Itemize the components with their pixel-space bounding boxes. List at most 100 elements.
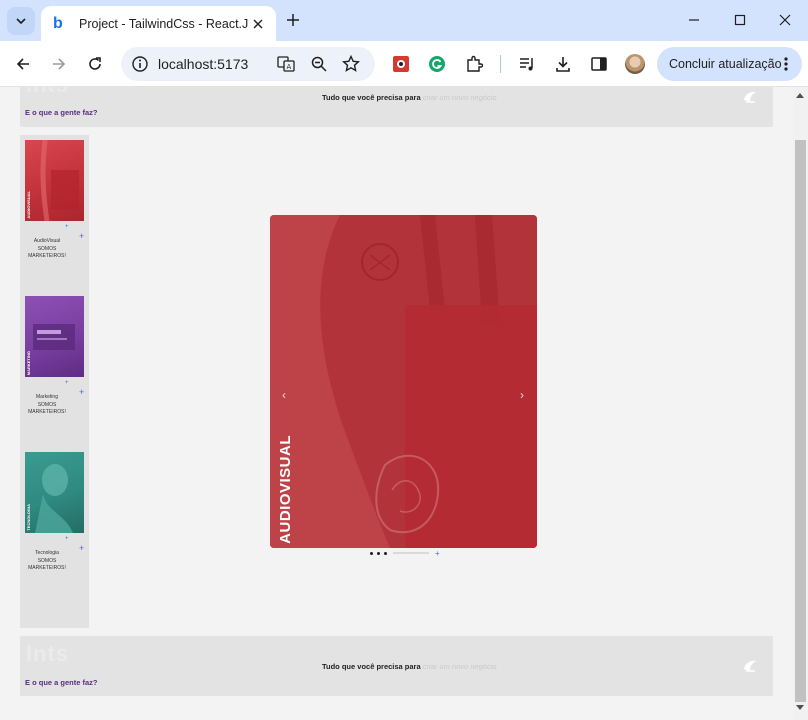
- scroll-up-arrow-icon[interactable]: [796, 93, 804, 98]
- svg-text:A: A: [287, 63, 292, 71]
- plus-icon: [287, 14, 299, 26]
- card-plus-icon[interactable]: +: [79, 543, 84, 553]
- url-text: localhost:5173: [158, 56, 249, 72]
- pagination-dot[interactable]: [384, 551, 387, 555]
- card-illustration: [35, 464, 73, 533]
- card-add-icon[interactable]: +: [65, 224, 69, 230]
- tab-strip: b Project - TailwindCss - React.JS: [0, 0, 808, 41]
- maximize-icon: [734, 14, 746, 26]
- site-footer: lnts Tudo que você precisa para criar um…: [20, 636, 773, 696]
- card-caption: Marketing SOMOS MARKETEIROS!: [25, 394, 69, 417]
- carousel-prev-button[interactable]: ‹: [282, 388, 286, 402]
- header-tagline: Tudo que você precisa para criar um novo…: [322, 93, 497, 102]
- card-illustration: [40, 140, 79, 221]
- pagination-track: [393, 552, 429, 554]
- slide-illustration: [270, 215, 537, 548]
- card-caption: Tecnologia SOMOS MARKETEIROS!: [25, 550, 69, 573]
- footer-logo: lnts: [26, 641, 70, 666]
- card-category: Tecnologia: [35, 550, 59, 556]
- card-image: TECNOLOGIA: [25, 452, 84, 533]
- card-image: MARKETING: [25, 296, 84, 377]
- new-tab-button[interactable]: [282, 9, 304, 31]
- profile-avatar[interactable]: [625, 54, 645, 74]
- back-icon: [16, 58, 29, 70]
- maximize-button[interactable]: [717, 0, 763, 40]
- site-header: lnts Tudo que você precisa para criar um…: [20, 87, 773, 127]
- extension-red-icon: [393, 56, 409, 72]
- update-button-label: Concluir atualização: [669, 57, 782, 71]
- card-category: AudioVisual: [33, 238, 61, 244]
- card-vertical-label: MARKETING: [26, 350, 31, 375]
- download-button[interactable]: [551, 52, 575, 76]
- minimize-button[interactable]: [671, 0, 717, 40]
- side-panel-button[interactable]: [587, 52, 611, 76]
- card-plus-icon[interactable]: +: [79, 231, 84, 241]
- extension-red-button[interactable]: [389, 52, 413, 76]
- card-illustration: [33, 324, 75, 350]
- category-card-marketing[interactable]: MARKETING + + Marketing SOMOS MARKETEIRO…: [25, 296, 84, 415]
- address-bar[interactable]: localhost:5173 A: [121, 47, 375, 81]
- scroll-thumb[interactable]: [795, 140, 806, 702]
- favicon-icon: b: [53, 14, 63, 32]
- carousel-pagination: +: [370, 549, 440, 558]
- header-nav-link[interactable]: E o que a gente faz?: [25, 108, 98, 117]
- card-add-icon[interactable]: +: [65, 380, 69, 386]
- brand-mark-icon: [744, 660, 756, 672]
- reload-icon: [89, 57, 101, 70]
- card-caption: AudioVisual SOMOS MARKETEIROS!: [25, 238, 69, 261]
- browser-toolbar: localhost:5173 A Concluir atualização: [0, 41, 808, 87]
- grammarly-icon: [429, 56, 445, 72]
- extensions-button[interactable]: [462, 52, 486, 76]
- reload-button[interactable]: [83, 52, 107, 76]
- carousel-next-button[interactable]: ›: [520, 388, 524, 402]
- card-subtitle: SOMOS MARKETEIROS!: [28, 557, 66, 572]
- tagline-bold: Tudo que você precisa para: [322, 93, 421, 102]
- close-window-button[interactable]: [762, 0, 808, 40]
- card-add-icon[interactable]: +: [65, 536, 69, 542]
- forward-button[interactable]: [47, 52, 71, 76]
- chevron-down-icon: [16, 18, 26, 25]
- scroll-down-arrow-icon[interactable]: [796, 705, 804, 710]
- close-icon: [779, 14, 791, 26]
- pagination-plus-icon[interactable]: +: [435, 549, 440, 558]
- tab-title: Project - TailwindCss - React.JS: [79, 16, 248, 31]
- menu-dots-icon[interactable]: [783, 56, 789, 72]
- card-vertical-label: AUDIOVISUAL: [26, 191, 31, 219]
- page-scrollbar[interactable]: [793, 87, 808, 720]
- download-icon: [556, 57, 570, 72]
- tagline-faded: criar um novo negócio: [422, 93, 497, 102]
- tab-search-button[interactable]: [7, 7, 35, 35]
- header-logo: lnts: [26, 87, 69, 98]
- toolbar-separator: [500, 55, 501, 73]
- category-sidebar: AUDIOVISUAL + + AudioVisual SOMOS MARKET…: [20, 135, 89, 628]
- media-control-button[interactable]: [515, 52, 539, 76]
- carousel-slide[interactable]: AUDIOVISUAL ‹ ›: [270, 215, 537, 548]
- side-panel-icon: [591, 57, 607, 71]
- tab-close-button[interactable]: [248, 14, 268, 34]
- page-viewport: lnts Tudo que você precisa para criar um…: [0, 87, 793, 720]
- translate-icon[interactable]: A: [277, 55, 295, 73]
- card-plus-icon[interactable]: +: [79, 387, 84, 397]
- bookmark-star-icon[interactable]: [342, 55, 360, 73]
- back-button[interactable]: [11, 52, 35, 76]
- zoom-icon[interactable]: [310, 55, 328, 73]
- category-card-tecnologia[interactable]: TECNOLOGIA + + Tecnologia SOMOS MARKETEI…: [25, 452, 84, 571]
- slide-title: AUDIOVISUAL: [277, 435, 294, 544]
- update-button[interactable]: Concluir atualização: [657, 47, 802, 81]
- brand-mark-icon: [744, 91, 756, 103]
- browser-tab[interactable]: b Project - TailwindCss - React.JS: [41, 6, 276, 41]
- minimize-icon: [689, 19, 699, 21]
- extensions-puzzle-icon: [467, 55, 483, 72]
- card-vertical-label: TECNOLOGIA: [26, 504, 31, 531]
- site-info-icon[interactable]: [131, 55, 149, 73]
- pagination-dot[interactable]: [377, 551, 380, 555]
- media-control-icon: [520, 58, 533, 71]
- tagline-bold: Tudo que você precisa para: [322, 662, 421, 671]
- footer-nav-link[interactable]: E o que a gente faz?: [25, 678, 98, 687]
- forward-icon: [53, 58, 66, 70]
- grammarly-button[interactable]: [425, 52, 449, 76]
- card-subtitle: SOMOS MARKETEIROS!: [28, 245, 66, 260]
- pagination-dot[interactable]: [370, 551, 373, 555]
- category-card-audiovisual[interactable]: AUDIOVISUAL + + AudioVisual SOMOS MARKET…: [25, 140, 84, 259]
- card-category: Marketing: [36, 394, 58, 400]
